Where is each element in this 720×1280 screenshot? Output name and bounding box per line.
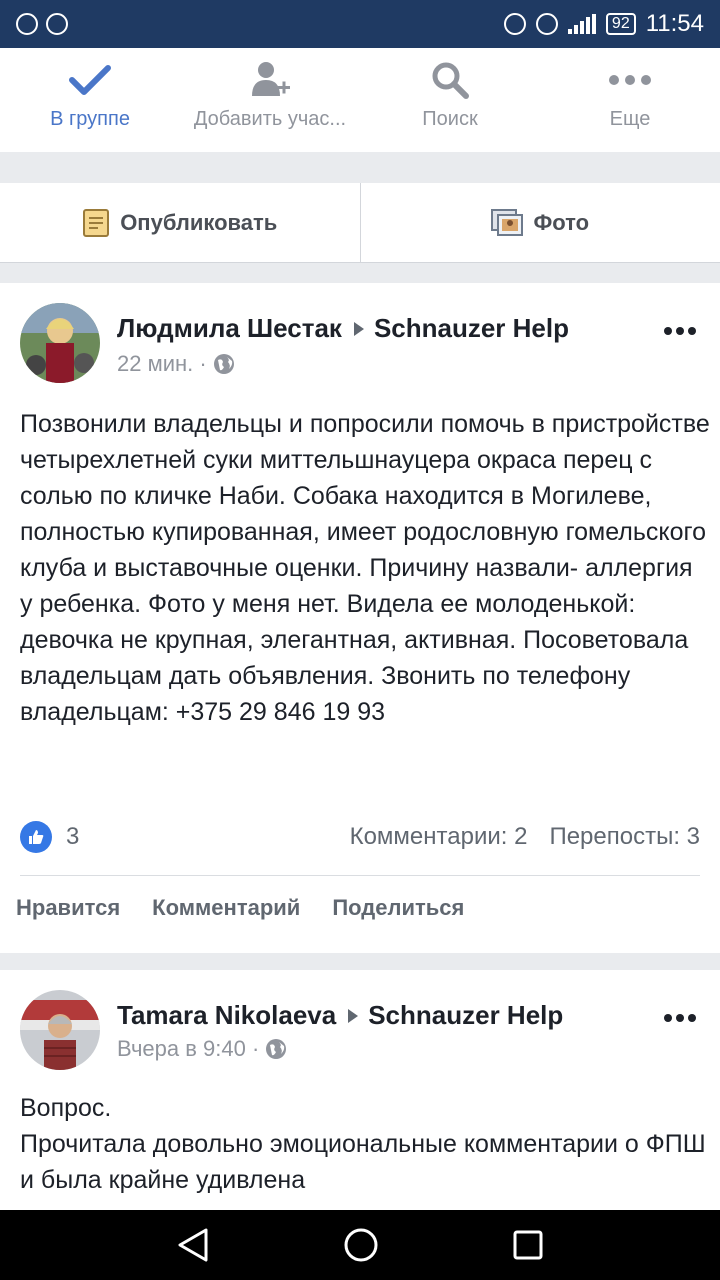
back-icon[interactable] bbox=[176, 1227, 210, 1263]
author-name[interactable]: Tamara Nikolaeva bbox=[117, 1000, 336, 1030]
photo-button[interactable]: Фото bbox=[361, 183, 720, 262]
search-icon bbox=[432, 62, 469, 99]
publish-button[interactable]: Опубликовать bbox=[0, 183, 360, 262]
tab-in-group[interactable]: В группе bbox=[0, 48, 180, 152]
comments-count[interactable]: Комментарии: 2 bbox=[350, 823, 528, 851]
like-reaction-icon[interactable] bbox=[20, 821, 52, 853]
tab-label: Еще bbox=[609, 108, 651, 130]
add-person-icon bbox=[252, 62, 290, 96]
group-name[interactable]: Schnauzer Help bbox=[374, 313, 569, 343]
post-card: Tamara Nikolaeva Schnauzer Help Вчера в 9… bbox=[0, 970, 720, 1210]
home-icon[interactable] bbox=[343, 1227, 379, 1263]
shares-count[interactable]: Перепосты: 3 bbox=[549, 823, 700, 851]
group-tab-bar: В группе Добавить учас... Поиск Еще bbox=[0, 48, 720, 152]
avatar[interactable] bbox=[20, 303, 100, 383]
publish-label: Опубликовать bbox=[120, 209, 278, 235]
likes-count[interactable]: 3 bbox=[66, 823, 79, 851]
post-time[interactable]: 22 мин. · bbox=[117, 351, 207, 377]
post-meta: 22 мин. · bbox=[117, 351, 235, 377]
system-nav-bar bbox=[0, 1210, 720, 1280]
arrow-right-icon bbox=[348, 1009, 359, 1024]
author-name[interactable]: Людмила Шестак bbox=[117, 313, 342, 343]
wifi-call-icon bbox=[16, 13, 38, 35]
like-button[interactable]: Нравится bbox=[16, 895, 120, 921]
tab-label: В группе bbox=[50, 108, 130, 130]
alarm-icon bbox=[535, 13, 558, 35]
divider bbox=[20, 875, 700, 876]
signal-icon bbox=[567, 14, 596, 34]
status-time: 11:54 bbox=[645, 10, 704, 37]
tab-add-member[interactable]: Добавить учас... bbox=[180, 48, 360, 152]
post-options-button[interactable] bbox=[664, 1014, 696, 1022]
post-header-title: Людмила Шестак Schnauzer Help bbox=[117, 313, 569, 344]
avatar[interactable] bbox=[20, 990, 100, 1070]
group-name[interactable]: Schnauzer Help bbox=[368, 1000, 563, 1030]
note-icon bbox=[83, 208, 110, 237]
more-icon bbox=[609, 75, 651, 85]
globe-icon bbox=[266, 1039, 287, 1059]
post-time[interactable]: Вчера в 9:40 · bbox=[117, 1036, 259, 1062]
photo-icon bbox=[491, 208, 524, 236]
status-bar: 92 11:54 bbox=[0, 0, 720, 48]
checkmark-icon bbox=[69, 65, 111, 95]
post-card: Людмила Шестак Schnauzer Help 22 мин. · П… bbox=[0, 283, 720, 953]
arrow-right-icon bbox=[353, 322, 364, 337]
recents-icon[interactable] bbox=[512, 1229, 544, 1261]
post-header-title: Tamara Nikolaeva Schnauzer Help bbox=[117, 1000, 563, 1031]
share-button[interactable]: Поделиться bbox=[332, 895, 464, 921]
tab-label: Добавить учас... bbox=[193, 108, 347, 130]
tab-search[interactable]: Поиск bbox=[360, 48, 540, 152]
tab-more[interactable]: Еще bbox=[540, 48, 720, 152]
battery-level: 92 bbox=[605, 13, 636, 35]
data-saver-icon bbox=[503, 13, 526, 35]
post-actions: Нравится Комментарий Поделиться bbox=[16, 895, 464, 921]
post-options-button[interactable] bbox=[664, 327, 696, 335]
globe-icon bbox=[213, 354, 234, 374]
post-meta: Вчера в 9:40 · bbox=[117, 1036, 287, 1062]
photo-label: Фото bbox=[533, 209, 590, 235]
viber-icon bbox=[46, 13, 68, 35]
post-text: Вопрос. Прочитала довольно эмоциональные… bbox=[20, 1094, 706, 1194]
composer-bar: Опубликовать Фото bbox=[0, 183, 720, 263]
post-stats: 3 Комментарии: 2 Перепосты: 3 bbox=[20, 821, 700, 853]
post-text: Позвонили владельцы и попросили помочь в… bbox=[20, 410, 717, 726]
tab-label: Поиск bbox=[422, 108, 478, 130]
comment-button[interactable]: Комментарий bbox=[152, 895, 300, 921]
